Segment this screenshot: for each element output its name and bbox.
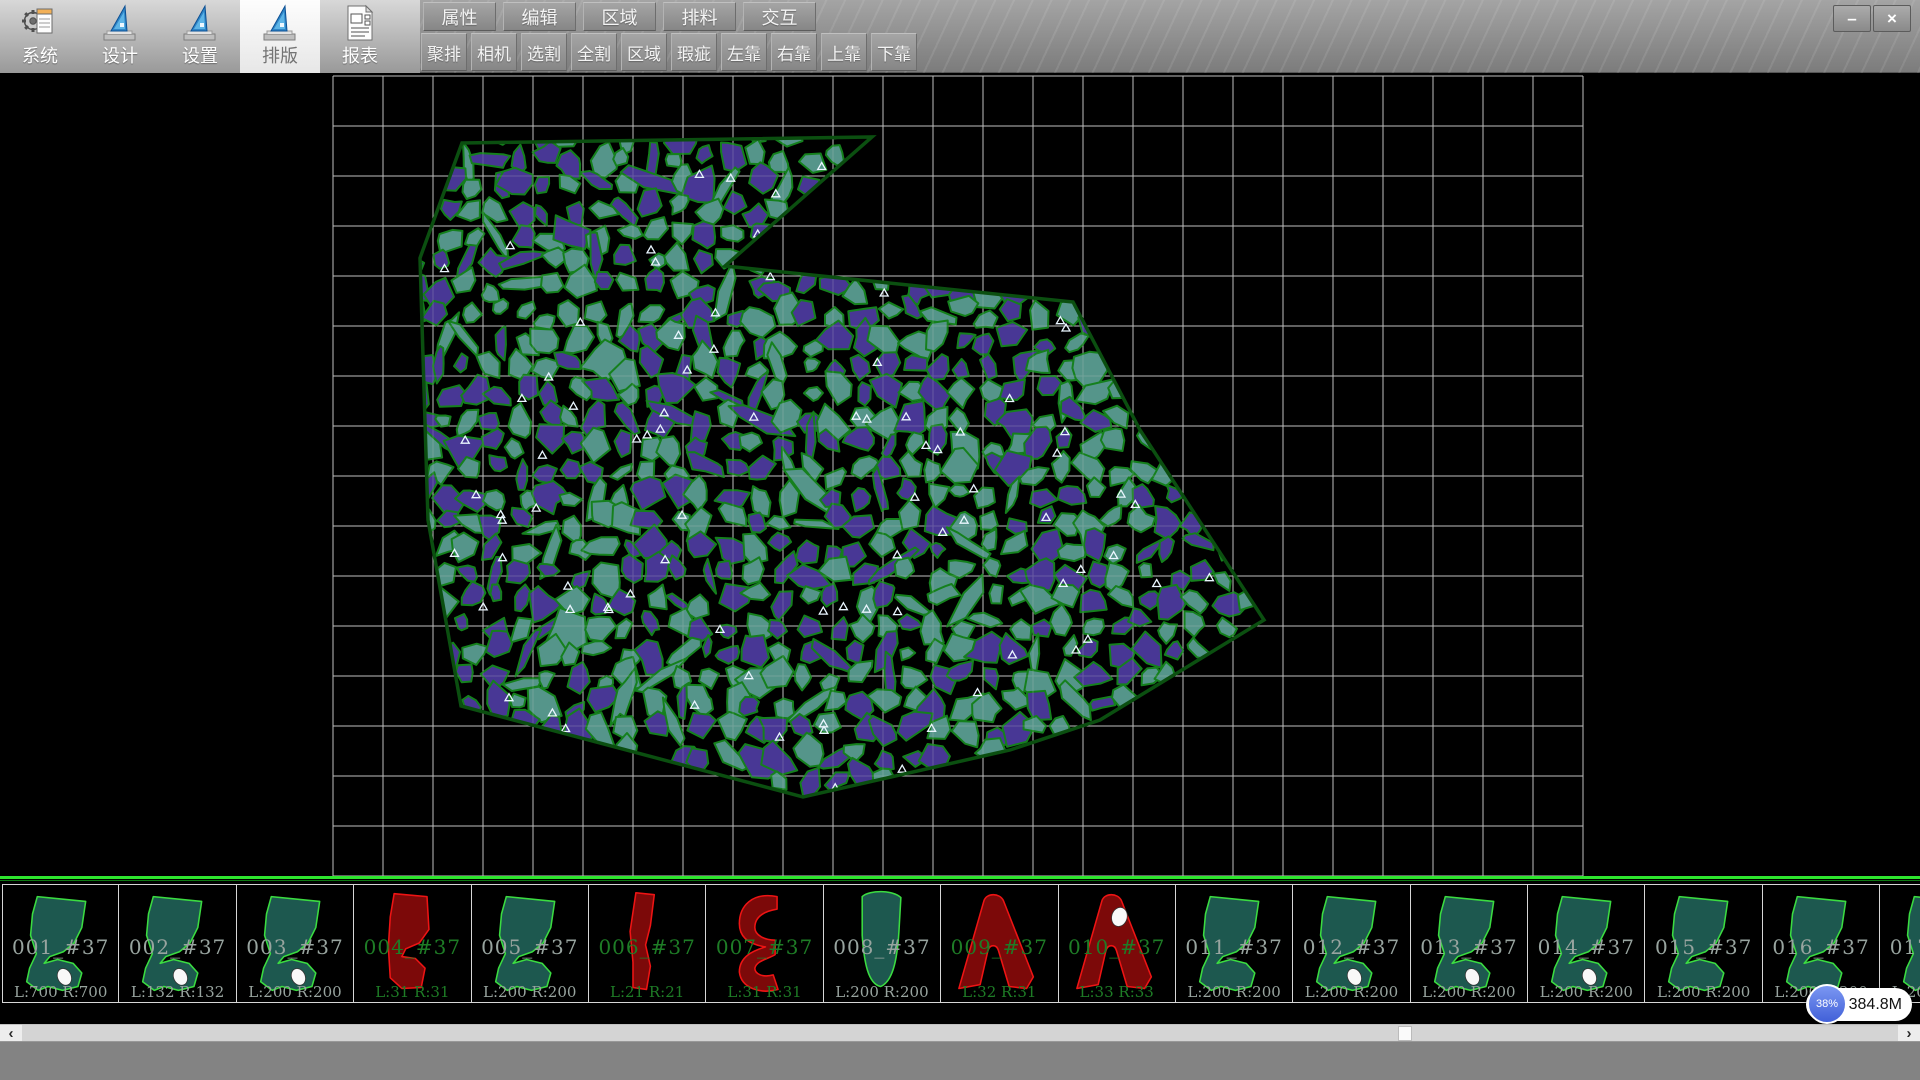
menu-button-attributes[interactable]: 属性 [423,2,496,31]
menu-button-camera[interactable]: 相机 [471,33,517,71]
piece-id-label: 005_#37 [472,935,588,959]
toolbar-item-layout[interactable]: 排版 [240,0,320,73]
piece-id-label: 004_#37 [354,935,470,959]
piece-thumb-017[interactable]: 017_#37L:200 R:200 [1880,884,1920,1003]
piece-thumb-012[interactable]: 012_#37 L:200 R:200 [1293,884,1410,1003]
menu-button-select-cut[interactable]: 选割 [521,33,567,71]
piece-id-label: 014_#37 [1528,935,1644,959]
piece-thumb-006[interactable]: 006_#37 L:21 R:21 [589,884,706,1003]
piece-lr-count-label: L:700 R:700 [3,983,118,1001]
scroll-left-arrow[interactable]: ‹ [0,1025,22,1042]
piece-thumb-003[interactable]: 003_#37 L:200 R:200 [237,884,354,1003]
menu-button-interact[interactable]: 交互 [743,2,816,31]
menu-button-region[interactable]: 区域 [583,2,656,31]
piece-thumb-005[interactable]: 005_#37 L:200 R:200 [472,884,589,1003]
toolbar-item-design[interactable]: 设计 [80,0,160,73]
piece-id-label: 003_#37 [237,935,353,959]
piece-id-label: 006_#37 [589,935,705,959]
piece-lr-count-label: L:200 R:200 [1411,983,1527,1001]
piece-id-label: 015_#37 [1645,935,1761,959]
toolbar-item-label: 设置 [182,45,218,67]
menu-button-snap-bottom[interactable]: 下靠 [871,33,917,71]
piece-thumb-004[interactable]: 004_#37 L:31 R:31 [354,884,471,1003]
piece-id-label: 017_#37 [1880,935,1920,959]
piece-thumb-014[interactable]: 014_#37 L:200 R:200 [1528,884,1645,1003]
piece-id-label: 009_#37 [941,935,1057,959]
piece-id-label: 001_#37 [3,935,118,959]
piece-lr-count-label: L:200 R:200 [824,983,940,1001]
piece-lr-count-label: L:200 R:200 [1645,983,1761,1001]
piece-lr-count-label: L:31 R:31 [706,983,822,1001]
piece-thumb-002[interactable]: 002_#37 L:132 R:132 [119,884,236,1003]
piece-id-label: 008_#37 [824,935,940,959]
app-window: 系统设计设置排版报表 属性编辑区域排料交互 聚排相机选割全割区域瑕疵左靠右靠上靠… [0,0,1920,1080]
progress-badge: 38% [1807,984,1847,1024]
piece-id-label: 007_#37 [706,935,822,959]
menu-button-snap-left[interactable]: 左靠 [721,33,767,71]
piece-id-label: 010_#37 [1059,935,1175,959]
piece-lr-count-label: L:200 R:200 [1528,983,1644,1001]
menu-button-cluster-nest[interactable]: 聚排 [421,33,467,71]
piece-lr-count-label: L:200 R:200 [1176,983,1292,1001]
piece-thumb-013[interactable]: 013_#37 L:200 R:200 [1411,884,1528,1003]
piece-thumb-009[interactable]: 009_#37 L:32 R:31 [941,884,1058,1003]
piece-thumb-001[interactable]: 001_#37 L:700 R:700 [2,884,119,1003]
nesting-drawing[interactable] [0,73,1920,876]
scroll-right-arrow[interactable]: › [1898,1025,1920,1042]
piece-lr-count-label: L:200 R:200 [472,983,588,1001]
system-icon [20,1,60,45]
piece-thumb-011[interactable]: 011_#37 L:200 R:200 [1176,884,1293,1003]
piece-thumbnail-strip: 001_#37L:700 R:700002_#37L:132 R:132003_… [0,884,1920,1003]
piece-lr-count-label: L:21 R:21 [589,983,705,1001]
toolbar-item-settings[interactable]: 设置 [160,0,240,73]
titlebar: 系统设计设置排版报表 属性编辑区域排料交互 聚排相机选割全割区域瑕疵左靠右靠上靠… [0,0,1920,73]
piece-thumb-010[interactable]: 010_#37 L:33 R:33 [1059,884,1176,1003]
setsquare-icon [100,1,140,45]
piece-lr-count-label: L:32 R:31 [941,983,1057,1001]
menu-button-cut-all[interactable]: 全割 [571,33,617,71]
menu-button-nesting[interactable]: 排料 [663,2,736,31]
menu-button-snap-right[interactable]: 右靠 [771,33,817,71]
toolbar-item-label: 设计 [102,45,138,67]
piece-id-label: 013_#37 [1411,935,1527,959]
piece-lr-count-label: L:200 R:200 [237,983,353,1001]
piece-thumb-015[interactable]: 015_#37 L:200 R:200 [1645,884,1762,1003]
piece-lr-count-label: L:132 R:132 [119,983,235,1001]
close-button[interactable]: × [1873,5,1911,32]
scrollbar-thumb[interactable] [1398,1026,1412,1041]
menu-button-defect[interactable]: 瑕疵 [671,33,717,71]
toolbar-item-label: 排版 [262,45,298,67]
menu-button-snap-top[interactable]: 上靠 [821,33,867,71]
piece-id-label: 011_#37 [1176,935,1292,959]
report-icon [340,1,380,45]
setsquare-icon [260,1,300,45]
piece-thumb-008[interactable]: 008_#37 L:200 R:200 [824,884,941,1003]
piece-lr-count-label: L:33 R:33 [1059,983,1175,1001]
minimize-button[interactable]: – [1833,5,1871,32]
toolbar-item-report[interactable]: 报表 [320,0,400,73]
strip-separator-line-2 [0,880,1920,881]
piece-thumb-007[interactable]: 007_#37 L:31 R:31 [706,884,823,1003]
piece-id-label: 012_#37 [1293,935,1409,959]
progress-percent: 38% [1816,998,1838,1010]
piece-lr-count-label: L:200 R:200 [1293,983,1409,1001]
piece-lr-count-label: L:31 R:31 [354,983,470,1001]
horizontal-scrollbar[interactable]: ‹ › [0,1024,1920,1041]
memory-usage: 384.8M [1849,996,1902,1014]
piece-id-label: 002_#37 [119,935,235,959]
menu-row-2: 聚排相机选割全割区域瑕疵左靠右靠上靠下靠 [421,33,917,71]
menu-row-1: 属性编辑区域排料交互 [423,2,816,31]
nesting-canvas[interactable] [0,73,1920,876]
menu-button-edit[interactable]: 编辑 [503,2,576,31]
piece-id-label: 016_#37 [1763,935,1879,959]
main-toolbar: 系统 设计 设置 排版 报表 [0,0,420,73]
toolbar-item-system[interactable]: 系统 [0,0,80,73]
status-bar [0,1041,1920,1080]
setsquare-icon [180,1,220,45]
menu-button-region[interactable]: 区域 [621,33,667,71]
toolbar-item-label: 系统 [22,45,58,67]
toolbar-item-label: 报表 [342,45,378,67]
strip-separator-line [0,876,1920,879]
